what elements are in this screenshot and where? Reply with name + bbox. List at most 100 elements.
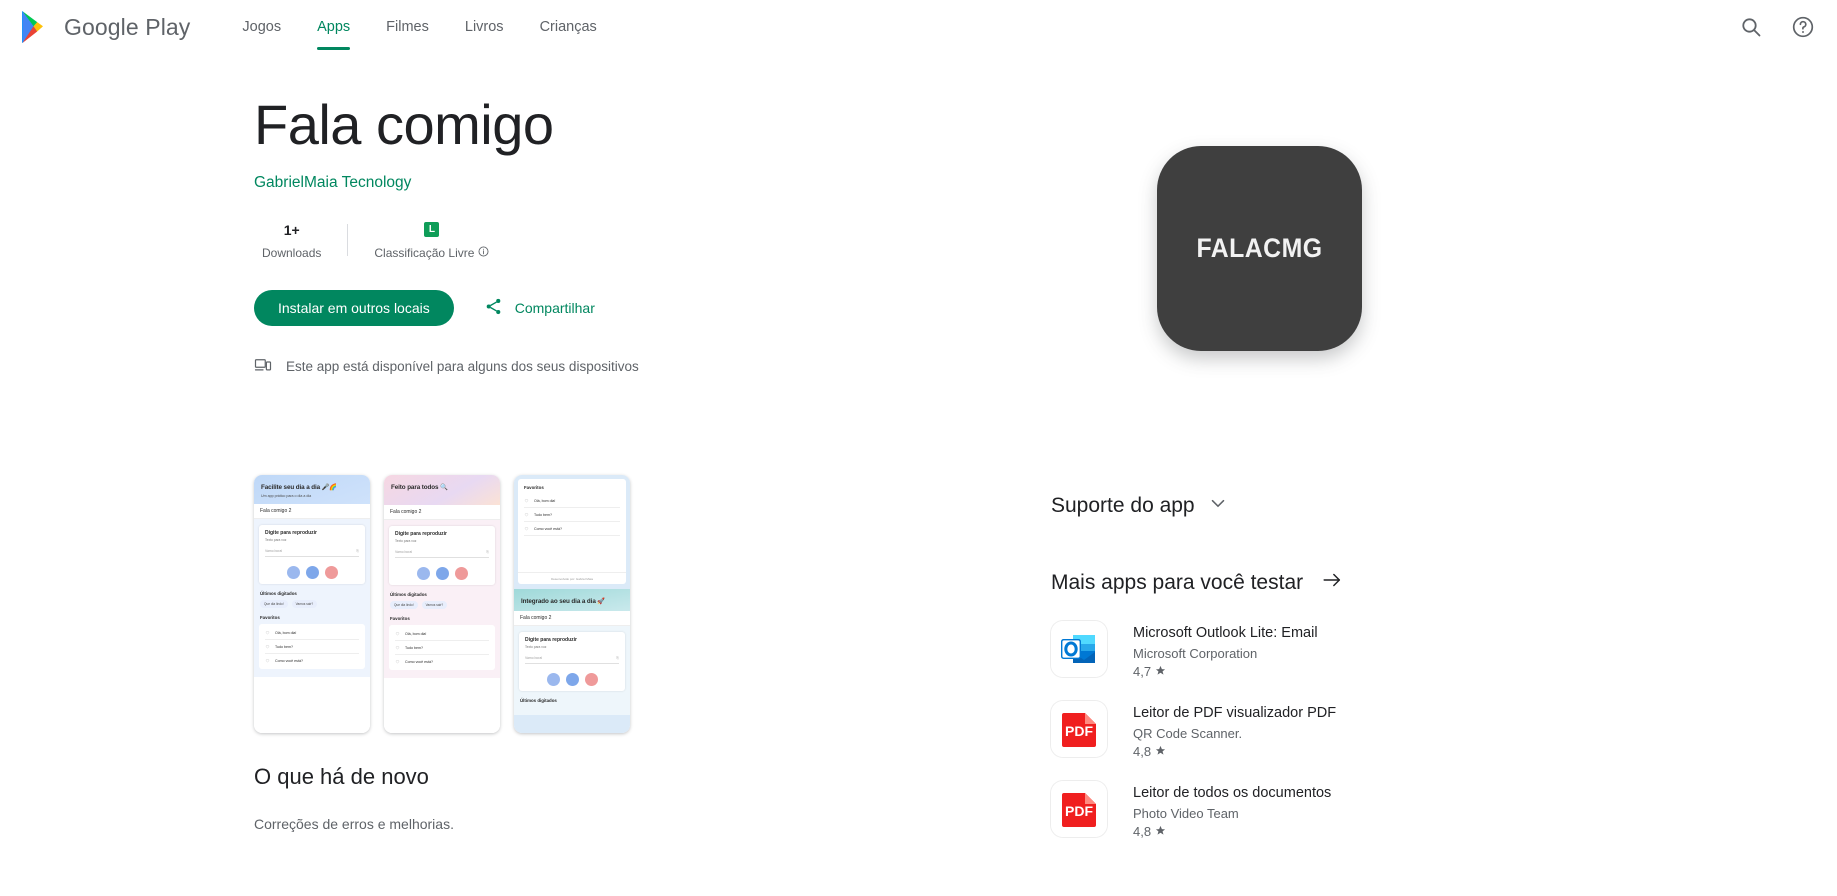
svg-text:PDF: PDF [1065, 803, 1093, 819]
rating-value: 4,7 [1133, 664, 1152, 679]
screenshot-1-card: Digite para reproduzir Texto para voz Va… [259, 525, 365, 584]
screenshot-1-subtitle: Um app prático para o dia a dia [261, 494, 312, 498]
app-icon-label: FALACMG [1196, 233, 1323, 263]
rating-value: 4,8 [1133, 824, 1152, 839]
install-button[interactable]: Instalar em outros locais [254, 289, 454, 326]
list-item[interactable]: PDF Leitor de todos os documentos Photo … [1051, 770, 1571, 850]
chip-1: Que dia lindo! [260, 600, 288, 608]
favorite-item: Como você está? [265, 654, 359, 667]
app-name: Leitor de PDF visualizador PDF [1133, 705, 1337, 721]
app-icon-container: FALACMG [1157, 146, 1362, 351]
list-item[interactable]: Microsoft Outlook Lite: Email Microsoft … [1051, 610, 1571, 690]
heart-icon [524, 513, 529, 517]
google-play-triangle-icon [20, 10, 52, 44]
app-support-title: Suporte do app [1051, 493, 1195, 517]
screenshot-2-card: Digite para reproduzir Texto para voz Va… [389, 526, 495, 585]
app-meta: Leitor de PDF visualizador PDF QR Code S… [1133, 701, 1336, 759]
favorite-text: Olá, bom dia! [405, 631, 427, 636]
arrow-right-icon[interactable] [1321, 569, 1343, 596]
heart-icon [524, 499, 529, 503]
heart-icon [395, 646, 400, 650]
favorite-text: Olá, bom dia! [275, 630, 297, 635]
share-button[interactable]: Compartilhar [484, 297, 595, 319]
sidebar: Suporte do app Mais apps para você testa… [1051, 484, 1571, 850]
heart-icon [395, 632, 400, 636]
app-meta: Leitor de todos os documentos Photo Vide… [1133, 781, 1331, 839]
list-item[interactable]: PDF Leitor de PDF visualizador PDF QR Co… [1051, 690, 1571, 770]
content-rating-label: Classificação Livre [374, 246, 489, 260]
content-rating-badge: L [424, 220, 440, 240]
favorite-text: Como você está? [534, 526, 562, 531]
favorite-item: Como você está? [524, 522, 620, 536]
chevron-down-icon [1207, 492, 1229, 519]
more-apps-header[interactable]: Mais apps para você testar [1051, 569, 1571, 596]
app-rating: 4,7 [1133, 664, 1318, 679]
tab-jogos[interactable]: Jogos [224, 0, 299, 54]
info-icon[interactable] [478, 246, 489, 260]
header-actions [1739, 0, 1815, 54]
star-icon [1155, 665, 1165, 675]
screenshot-1-controls [265, 566, 359, 579]
screenshot-1-fav-label: Favoritos [260, 615, 280, 620]
app-name: Microsoft Outlook Lite: Email [1133, 625, 1318, 641]
category-tabs: Jogos Apps Filmes Livros Crianças [224, 0, 614, 54]
whats-new-body: Correções de erros e melhorias. [254, 816, 454, 832]
play-button-mini [305, 566, 319, 579]
clear-button-mini [546, 673, 560, 686]
heart-icon [524, 527, 529, 531]
page-title: Fala comigo [254, 93, 554, 156]
screenshot-1-title: Facilite seu dia a dia 🎤🌈 [261, 484, 338, 491]
heart-icon [265, 645, 270, 649]
rating-value: 4,8 [1133, 744, 1152, 759]
star-icon [1155, 745, 1165, 755]
heart-icon [395, 660, 400, 664]
favorite-text: Tudo bem? [534, 512, 553, 517]
favorite-item: Tudo bem? [395, 641, 489, 655]
stop-button-mini [584, 673, 598, 686]
heart-icon [265, 659, 270, 663]
screenshot-1-input: Vamo bora! ⎘ [265, 549, 359, 557]
screenshot-3-input: Vamo bora! ⎘ [525, 656, 619, 664]
clear-button-mini [286, 566, 300, 579]
tab-livros[interactable]: Livros [447, 0, 522, 54]
tab-apps[interactable]: Apps [299, 0, 368, 54]
app-support-toggle[interactable]: Suporte do app [1051, 484, 1571, 527]
app-rating: 4,8 [1133, 824, 1331, 839]
screenshot-2-title: Feito para todos 🔍 [391, 484, 448, 491]
favorite-item: Tudo bem? [524, 508, 620, 522]
favorite-item: Olá, bom dia! [395, 627, 489, 641]
screenshot-2-input: Vamo bora! ⎘ [395, 550, 489, 558]
screenshot-2-recent-label: Últimos digitados [390, 592, 427, 597]
copy-icon: ⎘ [486, 550, 489, 554]
app-name: Leitor de todos os documentos [1133, 785, 1332, 801]
copy-icon: ⎘ [356, 549, 359, 553]
whats-new-title: O que há de novo [254, 764, 429, 789]
stop-button-mini [324, 566, 338, 579]
tab-filmes[interactable]: Filmes [368, 0, 447, 54]
downloads-label: Downloads [262, 245, 322, 260]
search-icon[interactable] [1739, 15, 1763, 39]
screenshot-1[interactable]: Facilite seu dia a dia 🎤🌈 Um app prático… [254, 475, 370, 733]
screenshot-2-input-placeholder: Vamo bora! [395, 550, 413, 554]
developer-link[interactable]: GabrielMaia Tecnology [254, 174, 1054, 192]
screenshot-1-input-placeholder: Vamo bora! [265, 549, 283, 553]
device-availability-note: Este app está disponível para alguns dos… [254, 356, 1054, 377]
favorite-item: Olá, bom dia! [524, 494, 620, 508]
screenshot-1-card-sub: Texto para voz [265, 538, 287, 542]
screenshot-3[interactable]: Favoritos Olá, bom dia! Tudo bem? Como v… [514, 475, 630, 733]
outlook-icon [1051, 621, 1107, 677]
help-icon[interactable] [1791, 15, 1815, 39]
screenshot-3-appname: Fala comigo 2 [520, 615, 552, 621]
screenshot-2-card-sub: Texto para voz [395, 539, 417, 543]
screenshot-2-controls [395, 567, 489, 580]
pdf-icon: PDF [1051, 701, 1107, 757]
content-rating-text: Classificação Livre [374, 245, 475, 260]
downloads-value: 1+ [283, 221, 300, 238]
screenshot-2[interactable]: Feito para todos 🔍 Fala comigo 2 Digite … [384, 475, 500, 733]
tab-criancas[interactable]: Crianças [522, 0, 615, 54]
google-play-logo-link[interactable]: Google Play [20, 10, 190, 44]
recommended-apps-list: Microsoft Outlook Lite: Email Microsoft … [1051, 610, 1571, 850]
favorite-item: Tudo bem? [265, 640, 359, 654]
app-developer: Microsoft Corporation [1133, 646, 1258, 661]
favorite-text: Tudo bem? [405, 645, 424, 650]
